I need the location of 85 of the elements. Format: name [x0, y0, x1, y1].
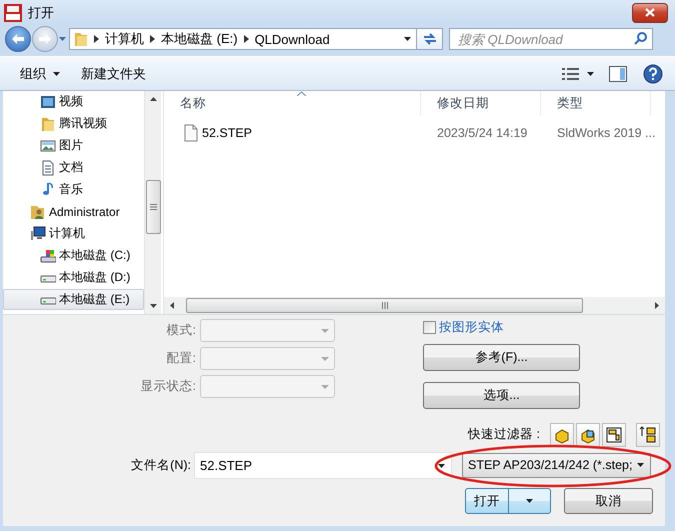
file-type-dropdown[interactable]: STEP AP203/214/242 (*.step;	[462, 452, 651, 478]
scrollbar[interactable]	[144, 91, 161, 314]
column-header[interactable]: 修改日期	[421, 91, 541, 116]
assembly-filter-button[interactable]	[576, 422, 600, 446]
music-note-icon	[40, 182, 56, 198]
tree-item[interactable]: 视频	[3, 91, 144, 112]
column-header[interactable]: 名称	[164, 91, 421, 116]
breadcrumb-item[interactable]: 计算机	[105, 30, 144, 48]
breadcrumb-item[interactable]: 本地磁盘 (E:)	[161, 30, 238, 48]
chevron-icon	[150, 35, 155, 43]
folder-icon	[74, 31, 88, 47]
tree-item[interactable]: 计算机	[3, 223, 144, 244]
film-icon	[40, 94, 56, 110]
filename-field[interactable]: 52.STEP	[194, 452, 452, 478]
organize-menu-button[interactable]: 组织	[14, 60, 67, 86]
close-icon	[645, 8, 655, 17]
field-label: 模式:	[166, 322, 197, 339]
new-folder-button[interactable]: 新建文件夹	[75, 60, 152, 86]
tree-item[interactable]: 图片	[3, 135, 144, 156]
dropdown-arrow-icon	[321, 384, 329, 390]
field-label: 文件名(N):	[130, 456, 192, 474]
computer-icon	[30, 226, 46, 242]
column-header[interactable]: 类型	[541, 91, 651, 116]
dialog-button[interactable]: 选项...	[423, 382, 580, 409]
app-icon	[4, 4, 22, 22]
field-label: 显示状态:	[140, 378, 197, 395]
breadcrumb-item[interactable]: QLDownload	[254, 32, 330, 46]
scrollbar[interactable]	[164, 297, 665, 314]
dropdown-arrow-icon	[52, 70, 61, 78]
scroll-left-icon	[168, 301, 176, 310]
help-icon[interactable]	[643, 64, 663, 84]
filter-label: 快速过滤器 :	[468, 426, 540, 443]
scroll-down-icon	[148, 302, 158, 310]
search-field[interactable]: 搜索 QLDownload	[449, 28, 653, 50]
history-dropdown-icon[interactable]	[58, 35, 67, 43]
dialog-button[interactable]: 参考(F)...	[423, 344, 580, 371]
tree-item[interactable]: 腾讯视频	[3, 113, 144, 134]
field-label: 配置:	[166, 350, 197, 367]
dropdown-arrow-icon	[321, 356, 329, 362]
close-button[interactable]	[632, 2, 668, 22]
table-cell-text: 2023/5/24 14:19	[436, 126, 528, 140]
tree-item[interactable]: 本地磁盘 (C:)	[3, 245, 144, 266]
tree-item[interactable]: 本地磁盘 (D:)	[3, 267, 144, 288]
file-icon	[184, 124, 198, 142]
window-title: 打开	[28, 4, 55, 22]
dropdown-arrow-icon[interactable]	[437, 462, 446, 470]
address-bar[interactable]: 计算机 本地磁盘 (E:) QLDownload	[69, 28, 417, 50]
folder-icon	[40, 116, 56, 132]
grip-icon	[382, 302, 388, 309]
tree-item[interactable]: 音乐	[3, 179, 144, 200]
tree-item[interactable]: 文档	[3, 157, 144, 178]
top-level-filter-icon	[639, 426, 657, 444]
drawing-filter-button[interactable]	[602, 422, 626, 446]
scroll-right-icon	[653, 301, 661, 310]
cancel-button[interactable]: 取消	[564, 488, 653, 514]
dropdown-arrow-icon	[636, 461, 645, 469]
file-name[interactable]: 52.STEP	[164, 124, 421, 142]
picture-icon	[40, 138, 56, 154]
checkbox[interactable]	[423, 320, 436, 334]
user-folder-icon	[30, 204, 46, 220]
list-view-icon	[562, 66, 580, 80]
grip-icon	[150, 204, 156, 210]
scroll-up-icon	[148, 95, 158, 103]
chevron-icon	[94, 35, 99, 43]
search-icon	[634, 32, 647, 45]
refresh-button[interactable]	[417, 28, 443, 50]
forward-arrow-icon	[38, 33, 52, 45]
dropdown-arrow-icon	[524, 497, 534, 505]
tree-item[interactable]: Administrator	[3, 201, 144, 222]
chevron-icon	[244, 35, 249, 43]
checkbox-label[interactable]: 按图形实体	[439, 318, 504, 336]
dropdown-arrow-icon[interactable]	[403, 35, 412, 43]
preview-pane-icon[interactable]	[609, 66, 627, 82]
refresh-icon	[422, 32, 438, 46]
dropdown-arrow-icon	[586, 70, 595, 78]
tree-item[interactable]: 本地磁盘 (E:)	[3, 289, 144, 310]
open-button[interactable]: 打开	[465, 488, 551, 514]
drive-icon	[40, 248, 56, 264]
dropdown-arrow-icon	[321, 328, 329, 334]
top-level-filter-button[interactable]	[636, 422, 660, 446]
part-filter-button[interactable]	[550, 422, 574, 446]
document-icon	[40, 160, 56, 176]
back-button[interactable]	[5, 26, 31, 52]
drawing-filter-icon	[605, 426, 623, 444]
back-arrow-icon	[11, 33, 25, 45]
